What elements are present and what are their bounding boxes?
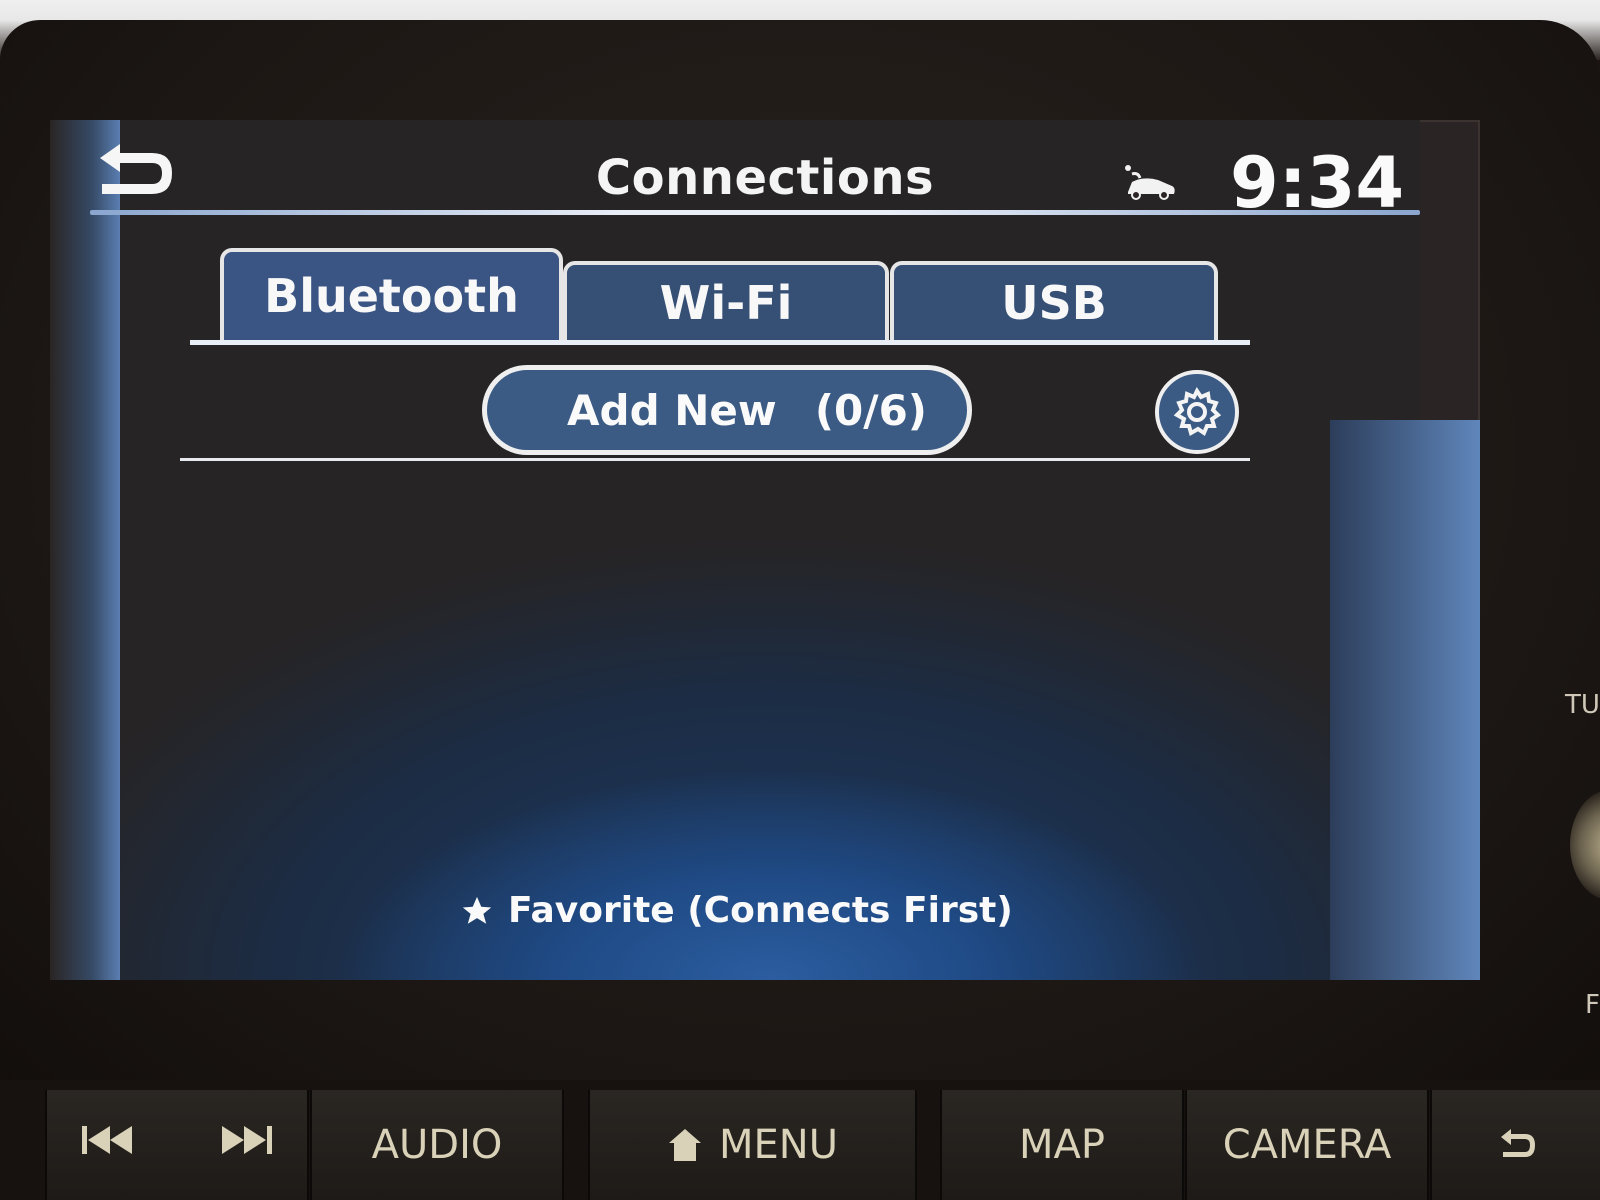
home-icon (669, 1129, 701, 1161)
tab-label: Wi-Fi (659, 275, 793, 330)
tab-bluetooth[interactable]: Bluetooth (220, 248, 563, 340)
back-arrow-icon (1501, 1129, 1535, 1157)
settings-button[interactable] (1155, 370, 1239, 454)
header-bar: Connections 9:34 (50, 120, 1480, 224)
content-divider (180, 458, 1250, 461)
camera-label: CAMERA (1222, 1122, 1392, 1168)
add-new-device-button[interactable]: Add New (0/6) (482, 365, 972, 455)
favorite-legend-text: Favorite (Connects First) (508, 890, 1013, 931)
connected-car-icon (1120, 162, 1180, 202)
screen-edge-right (1330, 420, 1480, 980)
tab-label: Bluetooth (264, 269, 519, 323)
audio-button[interactable]: AUDIO (310, 1090, 564, 1200)
audio-label: AUDIO (371, 1122, 503, 1168)
tabs-baseline (190, 340, 1250, 345)
star-icon (462, 896, 492, 924)
hardware-button-row: AUDIO MENU MAP CAMERA (0, 1080, 1600, 1200)
skip-next-icon[interactable] (218, 1122, 274, 1168)
gear-icon (1173, 387, 1222, 437)
tab-usb[interactable]: USB (890, 261, 1218, 340)
header-divider (90, 210, 1420, 215)
track-buttons (45, 1090, 309, 1200)
map-label: MAP (1019, 1122, 1105, 1168)
tab-wifi[interactable]: Wi-Fi (563, 261, 889, 340)
device-count: (0/6) (814, 385, 927, 435)
menu-button[interactable]: MENU (588, 1090, 917, 1200)
screen-edge-left (50, 120, 120, 980)
favorite-legend: Favorite (Connects First) (460, 890, 1013, 931)
hardware-back-button[interactable] (1430, 1090, 1600, 1200)
infotainment-screen: Connections 9:34 Bluetooth Wi-Fi USB Add… (50, 120, 1480, 980)
tune-label: TU (1565, 690, 1600, 720)
side-label-bottom: F (1585, 990, 1600, 1020)
connection-tabs: Bluetooth Wi-Fi USB (190, 248, 1250, 345)
camera-button[interactable]: CAMERA (1185, 1090, 1429, 1200)
menu-label: MENU (719, 1122, 838, 1168)
add-new-label: Add New (567, 385, 777, 435)
skip-previous-icon[interactable] (80, 1122, 136, 1168)
map-button[interactable]: MAP (940, 1090, 1184, 1200)
tab-label: USB (1001, 275, 1107, 330)
